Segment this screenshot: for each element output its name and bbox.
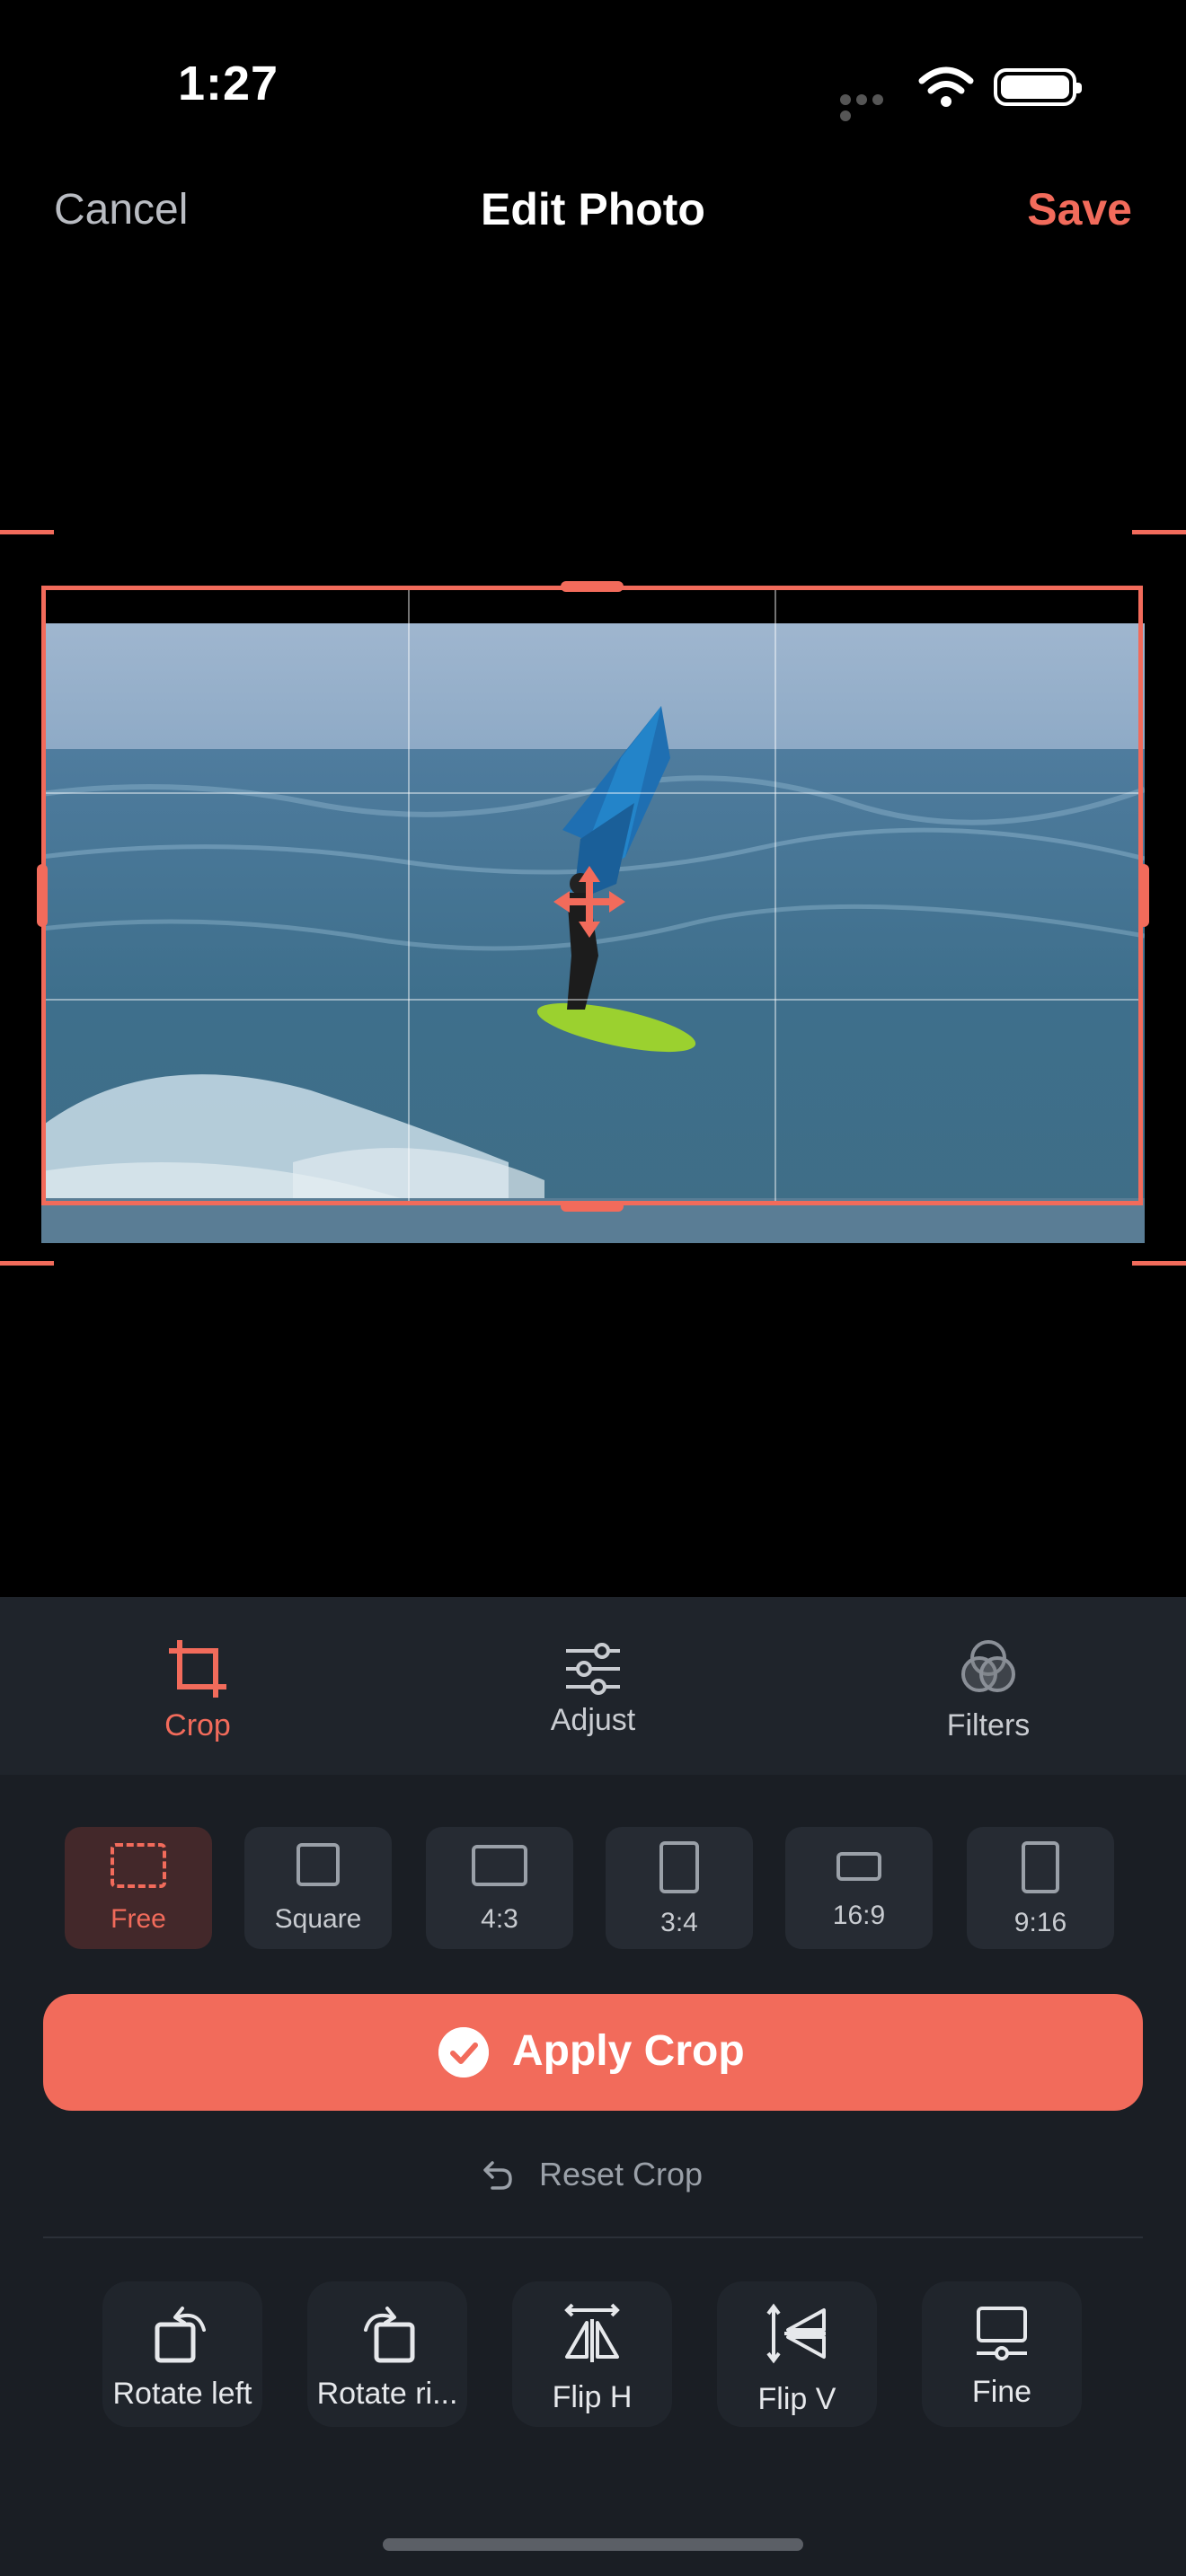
crop-guide-top-right [1132, 530, 1186, 534]
divider [43, 2236, 1143, 2238]
ratio-label: Free [111, 1904, 166, 1934]
filters-icon [961, 1640, 1015, 1692]
ratio-4-3[interactable]: 4:3 [426, 1827, 573, 1949]
tab-crop[interactable]: Crop [81, 1597, 314, 1775]
rotate-right-button[interactable]: Rotate ri... [307, 2281, 467, 2427]
rotate-left-icon [155, 2307, 206, 2363]
ratio-4-3-icon [472, 1845, 527, 1886]
flip-horizontal-button[interactable]: Flip H [512, 2281, 672, 2427]
crop-guide-bottom-right [1132, 1261, 1186, 1266]
fine-tune-icon [977, 2307, 1027, 2360]
tab-label: Crop [164, 1708, 231, 1742]
ratio-label: 16:9 [832, 1901, 886, 1930]
ratio-free-icon [111, 1843, 166, 1888]
tab-adjust[interactable]: Adjust [476, 1597, 710, 1775]
tool-label: Flip V [757, 2382, 836, 2416]
tab-label: Filters [946, 1708, 1031, 1742]
ratio-square-icon [296, 1843, 340, 1886]
crop-handle-right[interactable] [1138, 864, 1149, 927]
ratio-3-4[interactable]: 3:4 [606, 1827, 753, 1949]
ratio-9-16[interactable]: 9:16 [967, 1827, 1114, 1949]
flip-vertical-icon [766, 2303, 826, 2364]
crop-handle-bottom[interactable] [561, 1201, 624, 1212]
tool-label: Flip H [552, 2380, 633, 2414]
ratio-9-16-icon [1022, 1841, 1059, 1893]
status-time: 1:27 [178, 57, 279, 110]
tab-filters[interactable]: Filters [872, 1597, 1105, 1775]
crop-guide-top-left [0, 530, 54, 534]
fine-tune-button[interactable]: Fine [922, 2281, 1082, 2427]
signal-dots-icon [840, 93, 903, 121]
rotate-left-button[interactable]: Rotate left [102, 2281, 262, 2427]
crop-handle-left[interactable] [37, 864, 48, 927]
tool-label: Rotate left [112, 2377, 252, 2411]
ratio-16-9[interactable]: 16:9 [785, 1827, 933, 1949]
crop-guide-bottom-left [0, 1261, 54, 1266]
checkmark-circle-icon [438, 2027, 489, 2078]
crop-icon [169, 1640, 226, 1698]
reset-crop-button[interactable]: Reset Crop [0, 2152, 1186, 2197]
save-button[interactable]: Save [1027, 183, 1132, 235]
crop-frame[interactable] [41, 586, 1143, 1205]
ratio-label: Square [274, 1904, 362, 1934]
wifi-icon [918, 66, 974, 107]
reset-crop-label: Reset Crop [539, 2156, 704, 2192]
home-indicator[interactable] [383, 2538, 803, 2551]
apply-crop-label: Apply Crop [512, 2027, 745, 2075]
tool-label: Rotate ri... [316, 2377, 458, 2411]
ratio-free[interactable]: Free [65, 1827, 212, 1949]
flip-horizontal-icon [564, 2303, 620, 2362]
ratio-16-9-icon [836, 1852, 881, 1881]
ratio-label: 4:3 [481, 1904, 518, 1934]
apply-crop-button[interactable]: Apply Crop [43, 1994, 1143, 2111]
flip-vertical-button[interactable]: Flip V [717, 2281, 877, 2427]
battery-icon [994, 68, 1082, 106]
ratio-3-4-icon [659, 1841, 699, 1893]
sliders-icon [566, 1643, 620, 1695]
undo-icon [483, 2161, 512, 2190]
page-title: Edit Photo [481, 184, 705, 234]
ratio-label: 9:16 [1013, 1908, 1067, 1937]
rotate-right-icon [364, 2307, 415, 2363]
ratio-square[interactable]: Square [244, 1827, 392, 1949]
tool-label: Fine [971, 2375, 1032, 2409]
ratio-label: 3:4 [660, 1908, 698, 1937]
tab-label: Adjust [550, 1703, 636, 1737]
crop-handle-top[interactable] [561, 581, 624, 592]
